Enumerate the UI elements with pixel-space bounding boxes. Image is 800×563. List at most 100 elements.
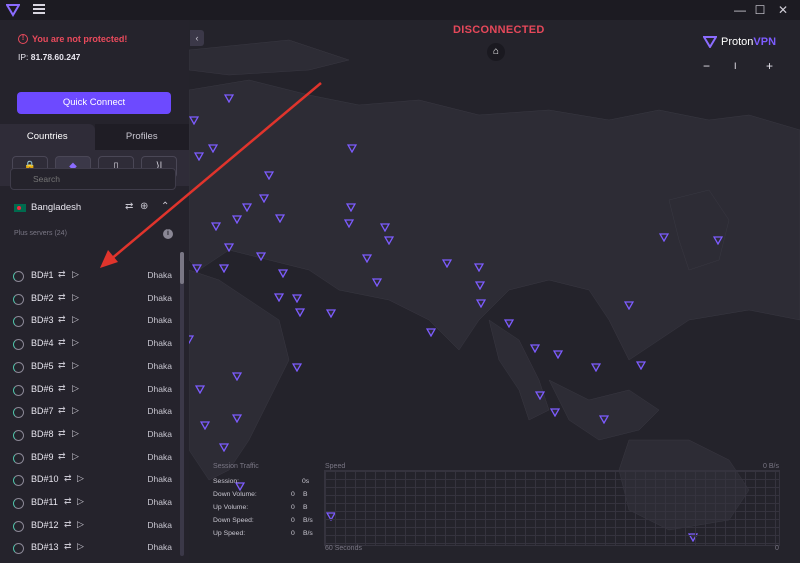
switch-icon[interactable]: ⇄ (58, 292, 66, 303)
server-pin-icon[interactable] (442, 259, 452, 268)
scrollbar-thumb[interactable] (180, 252, 184, 284)
server-pin-icon[interactable] (256, 252, 266, 261)
menu-icon[interactable] (33, 4, 45, 14)
server-pin-icon[interactable] (211, 222, 221, 231)
server-pin-icon[interactable] (476, 299, 486, 308)
switch-icon[interactable]: ⇄ (58, 269, 66, 280)
switch-icon[interactable]: ⇄ (58, 428, 66, 439)
server-pin-icon[interactable] (224, 94, 234, 103)
quick-connect-button[interactable]: Quick Connect (17, 92, 171, 114)
server-pin-icon[interactable] (232, 414, 242, 423)
server-pin-icon[interactable] (292, 363, 302, 372)
server-pin-icon[interactable] (292, 294, 302, 303)
server-pin-icon[interactable] (219, 443, 229, 452)
server-pin-icon[interactable] (200, 421, 210, 430)
close-button[interactable]: ✕ (775, 2, 791, 18)
server-pin-icon[interactable] (550, 408, 560, 417)
server-pin-icon[interactable] (264, 171, 274, 180)
server-pin-icon[interactable] (259, 194, 269, 203)
server-pin-icon[interactable] (344, 219, 354, 228)
server-row[interactable]: BD#10 ⇄ ▷ Dhaka (0, 469, 178, 491)
play-icon[interactable]: ▷ (72, 314, 79, 325)
server-pin-icon[interactable] (194, 152, 204, 161)
server-pin-icon[interactable] (504, 319, 514, 328)
switch-icon[interactable]: ⇄ (58, 451, 66, 462)
maximize-button[interactable]: ☐ (752, 2, 768, 18)
play-icon[interactable]: ▷ (77, 519, 84, 530)
server-row[interactable]: BD#4 ⇄ ▷ Dhaka (0, 333, 178, 355)
server-pin-icon[interactable] (232, 372, 242, 381)
switch-icon[interactable]: ⇄ (58, 360, 66, 371)
zoom-in-button[interactable]: + (766, 59, 773, 73)
server-row[interactable]: BD#2 ⇄ ▷ Dhaka (0, 288, 178, 310)
zoom-out-button[interactable]: − (703, 59, 710, 73)
server-pin-icon[interactable] (192, 264, 202, 273)
server-pin-icon[interactable] (326, 309, 336, 318)
server-pin-icon[interactable] (530, 344, 540, 353)
server-pin-icon[interactable] (208, 144, 218, 153)
server-row[interactable]: BD#13 ⇄ ▷ Dhaka (0, 537, 178, 559)
server-pin-icon[interactable] (224, 243, 234, 252)
home-icon[interactable]: ⌂ (487, 43, 505, 61)
server-pin-icon[interactable] (232, 215, 242, 224)
chevron-up-icon[interactable]: ⌃ (161, 201, 169, 212)
switch-icon[interactable]: ⇄ (64, 541, 72, 552)
switch-icon[interactable]: ⇄ (58, 383, 66, 394)
switch-icon[interactable]: ⇄ (64, 473, 72, 484)
play-icon[interactable]: ▷ (72, 428, 79, 439)
server-pin-icon[interactable] (624, 301, 634, 310)
server-pin-icon[interactable] (278, 269, 288, 278)
server-pin-icon[interactable] (659, 233, 669, 242)
server-pin-icon[interactable] (346, 203, 356, 212)
server-pin-icon[interactable] (189, 116, 199, 125)
server-pin-icon[interactable] (295, 308, 305, 317)
switch-icon[interactable]: ⇄ (125, 201, 133, 212)
server-pin-icon[interactable] (535, 391, 545, 400)
switch-icon[interactable]: ⇄ (58, 405, 66, 416)
server-pin-icon[interactable] (274, 293, 284, 302)
server-row[interactable]: BD#12 ⇄ ▷ Dhaka (0, 515, 178, 537)
server-pin-icon[interactable] (347, 144, 357, 153)
country-header-bangladesh[interactable]: Bangladesh ⇄ ⊕ ⌃ (0, 198, 189, 220)
server-row[interactable]: BD#7 ⇄ ▷ Dhaka (0, 401, 178, 423)
server-pin-icon[interactable] (636, 361, 646, 370)
server-pin-icon[interactable] (599, 415, 609, 424)
server-pin-icon[interactable] (553, 350, 563, 359)
server-pin-icon[interactable] (275, 214, 285, 223)
server-pin-icon[interactable] (475, 281, 485, 290)
switch-icon[interactable]: ⇄ (64, 496, 72, 507)
zoom-level-marker[interactable]: I (734, 61, 737, 71)
server-row[interactable]: BD#11 ⇄ ▷ Dhaka (0, 492, 178, 514)
switch-icon[interactable]: ⇄ (58, 337, 66, 348)
play-icon[interactable]: ▷ (72, 269, 79, 280)
switch-icon[interactable]: ⇄ (64, 519, 72, 530)
server-row[interactable]: BD#1 ⇄ ▷ Dhaka (0, 265, 178, 287)
server-pin-icon[interactable] (195, 385, 205, 394)
server-row[interactable]: BD#9 ⇄ ▷ Dhaka (0, 447, 178, 469)
play-icon[interactable]: ▷ (77, 473, 84, 484)
server-row[interactable]: BD#8 ⇄ ▷ Dhaka (0, 424, 178, 446)
server-pin-icon[interactable] (380, 223, 390, 232)
play-icon[interactable]: ▷ (72, 451, 79, 462)
tab-profiles[interactable]: Profiles (94, 124, 189, 150)
server-pin-icon[interactable] (474, 263, 484, 272)
server-row[interactable]: BD#3 ⇄ ▷ Dhaka (0, 310, 178, 332)
server-pin-icon[interactable] (242, 203, 252, 212)
server-pin-icon[interactable] (372, 278, 382, 287)
play-icon[interactable]: ▷ (77, 496, 84, 507)
play-icon[interactable]: ▷ (72, 383, 79, 394)
server-row[interactable]: BD#6 ⇄ ▷ Dhaka (0, 379, 178, 401)
switch-icon[interactable]: ⇄ (58, 314, 66, 325)
server-pin-icon[interactable] (189, 335, 194, 344)
scrollbar[interactable] (180, 252, 184, 556)
info-icon[interactable]: i (163, 229, 173, 239)
server-pin-icon[interactable] (426, 328, 436, 337)
minimize-button[interactable]: — (732, 2, 748, 18)
collapse-sidebar-button[interactable]: ‹ (190, 30, 204, 46)
server-row[interactable]: BD#5 ⇄ ▷ Dhaka (0, 356, 178, 378)
play-icon[interactable]: ▷ (72, 405, 79, 416)
play-icon[interactable]: ▷ (72, 292, 79, 303)
server-pin-icon[interactable] (219, 264, 229, 273)
server-pin-icon[interactable] (591, 363, 601, 372)
play-icon[interactable]: ▷ (72, 337, 79, 348)
